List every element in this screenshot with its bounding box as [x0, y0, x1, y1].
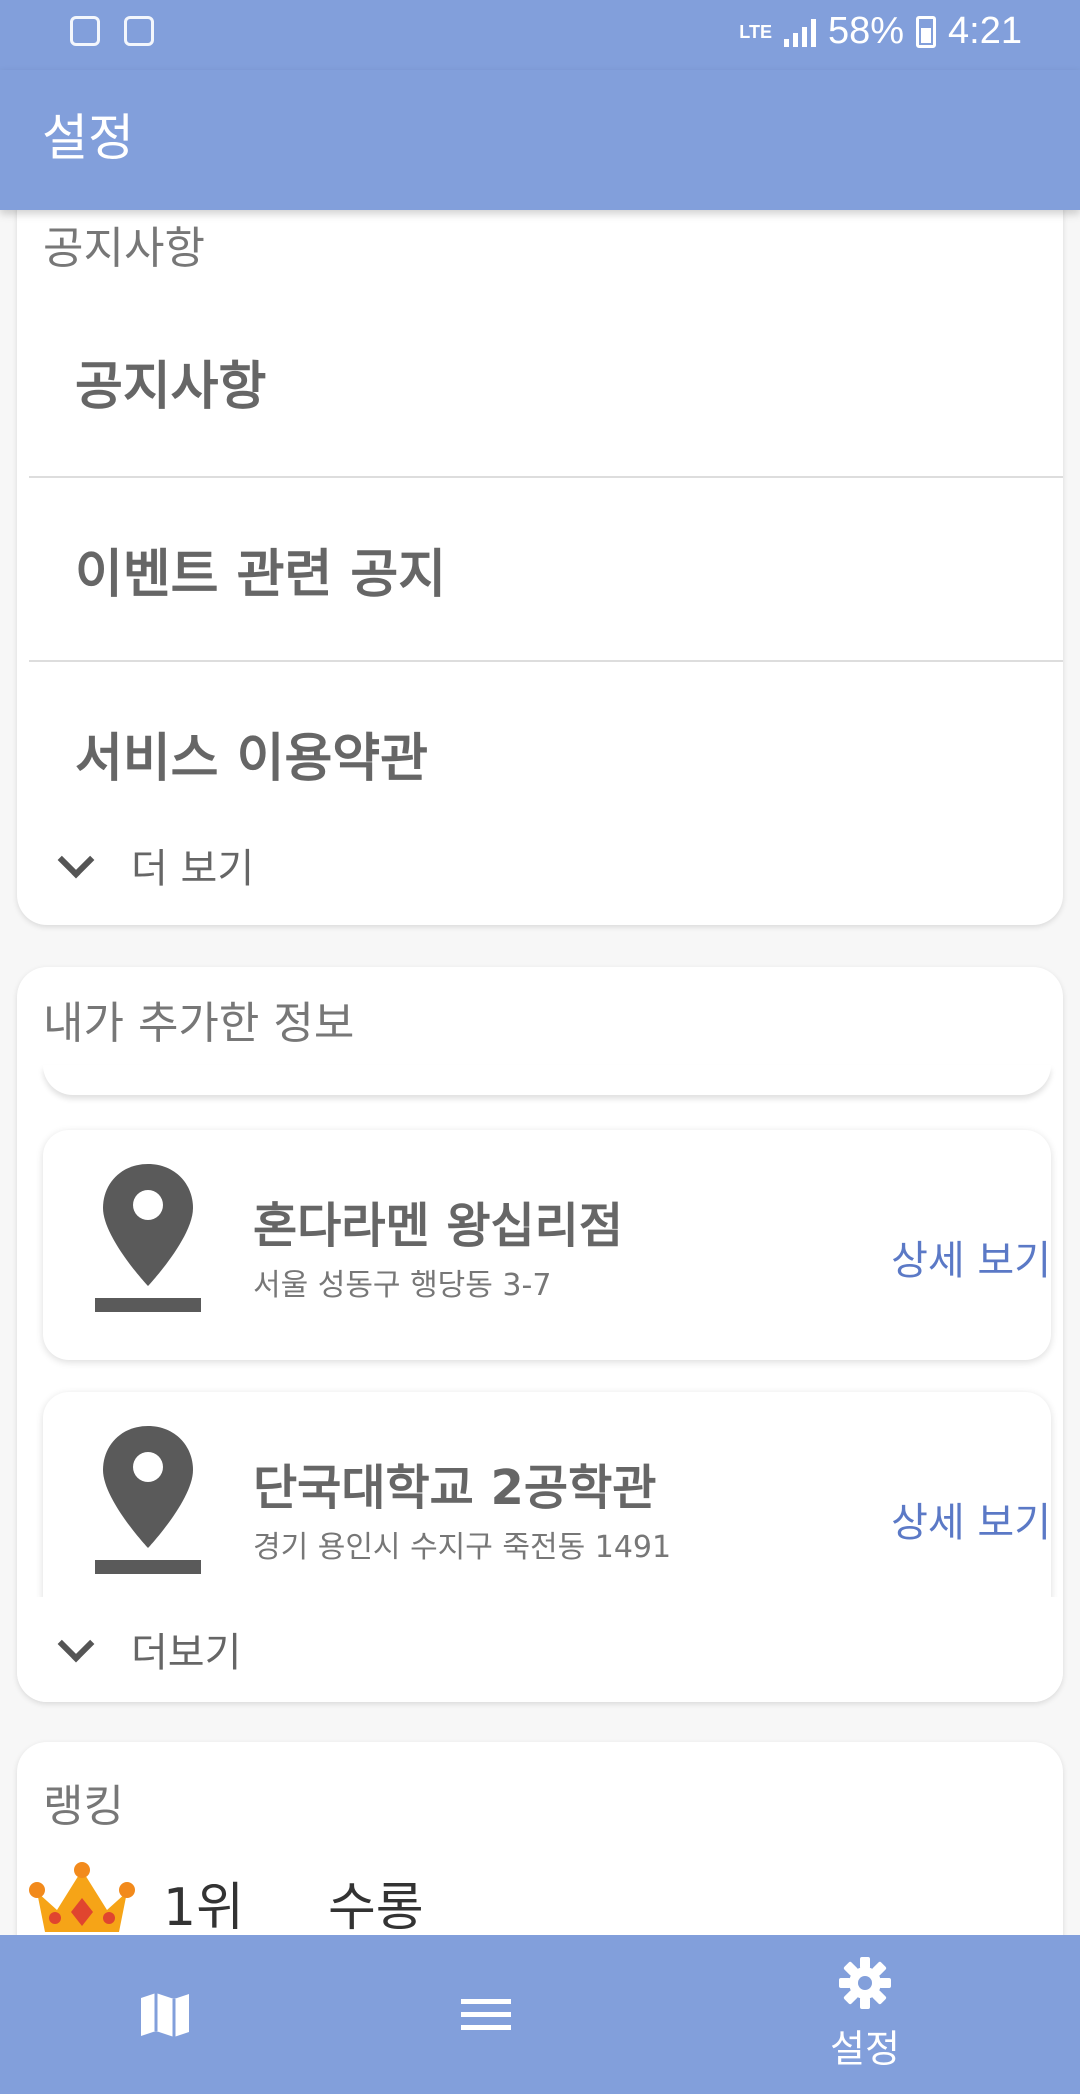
- place-detail-button[interactable]: 상세 보기: [891, 1228, 1051, 1286]
- notice-more-button[interactable]: 더 보기: [55, 836, 254, 894]
- place-address: 경기 용인시 수지구 죽전동 1491: [253, 1530, 672, 1565]
- info-more-button[interactable]: 더보기: [55, 1620, 241, 1678]
- nav-settings-label: 설정: [830, 2027, 900, 2071]
- notice-card: 공지사항 공지사항 이벤트 관련 공지 서비스 이용약관 더 보기: [17, 190, 1063, 925]
- place-item[interactable]: 단국대학교 2공학관 경기 용인시 수지구 죽전동 1491 상세 보기: [43, 1392, 1051, 1622]
- notice-item-terms[interactable]: 서비스 이용약관: [29, 662, 1063, 845]
- nav-settings-tab[interactable]: 설정: [800, 1935, 930, 2094]
- ranking-section-title: 랭킹: [43, 1781, 124, 1832]
- location-pin-icon: [93, 1158, 203, 1318]
- battery-icon: [916, 15, 937, 48]
- notice-section-title: 공지사항: [43, 223, 205, 274]
- place-name: 혼다라멘 왕십리점: [253, 1198, 623, 1254]
- app-bar: 설정: [0, 70, 1080, 210]
- notice-item-notices[interactable]: 공지사항: [29, 290, 1063, 473]
- wifi-notification-icon: [124, 16, 154, 46]
- network-type: LTE: [739, 21, 772, 42]
- notice-item-events[interactable]: 이벤트 관련 공지: [29, 478, 1063, 661]
- info-more-label: 더보기: [131, 1630, 242, 1676]
- chevron-down-icon: [57, 841, 95, 879]
- collapsed-list-edge: [43, 1065, 1051, 1095]
- menu-icon: [461, 1991, 511, 2038]
- crown-icon: [29, 1862, 135, 1932]
- status-bar: LTE 58% 4:21: [0, 0, 1080, 70]
- place-name: 단국대학교 2공학관: [253, 1460, 657, 1516]
- ranking-row: 1위 수롱: [27, 1862, 424, 1942]
- place-detail-button[interactable]: 상세 보기: [891, 1490, 1051, 1548]
- signal-icon: [783, 17, 816, 47]
- location-pin-icon: [93, 1420, 203, 1580]
- nav-map-tab[interactable]: [115, 1935, 215, 2094]
- map-icon: [141, 1992, 189, 2037]
- place-item[interactable]: 혼다라멘 왕십리점 서울 성동구 행당동 3-7 상세 보기: [43, 1130, 1051, 1360]
- place-address: 서울 성동구 행당동 3-7: [253, 1268, 552, 1303]
- gear-icon: [839, 1957, 891, 2009]
- notice-more-label: 더 보기: [131, 846, 255, 892]
- page-title: 설정: [42, 109, 134, 167]
- my-info-card: 내가 추가한 정보 혼다라멘 왕십리점 서울 성동구 행당동 3-7 상세 보기…: [17, 967, 1063, 1702]
- rank-user-name: 수롱: [327, 1877, 424, 1938]
- clock-notification-icon: [70, 16, 100, 46]
- nav-menu-tab[interactable]: [436, 1935, 536, 2094]
- bottom-navigation: 설정: [0, 1935, 1080, 2094]
- chevron-down-icon: [57, 1625, 95, 1663]
- info-section-title: 내가 추가한 정보: [43, 998, 355, 1049]
- battery-percent: 58%: [827, 10, 905, 52]
- rank-number: 1위: [163, 1877, 244, 1938]
- clock-time: 4:21: [948, 10, 1022, 52]
